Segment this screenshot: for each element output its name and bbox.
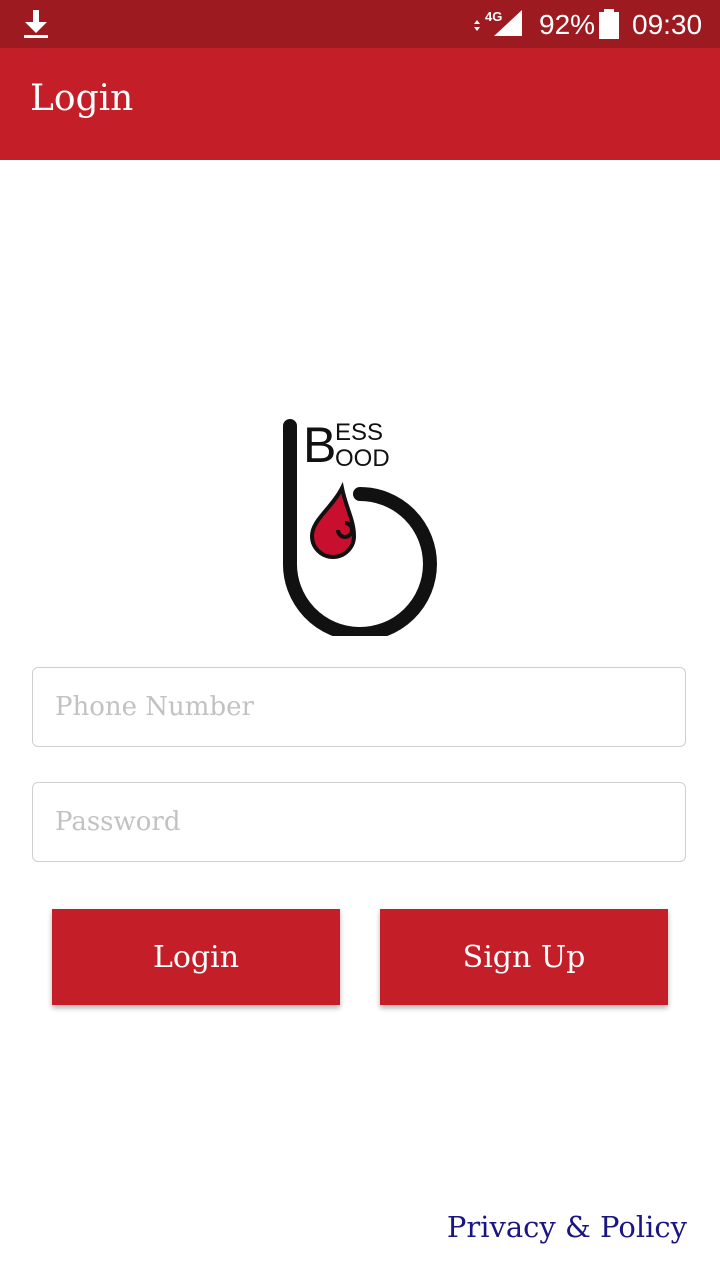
- signal-icon: 4G: [474, 9, 522, 36]
- status-bar: 4G 92% 09:30: [0, 0, 720, 48]
- clock: 09:30: [632, 9, 703, 40]
- app-logo: B ESS OOD: [272, 412, 452, 641]
- password-field[interactable]: [32, 782, 686, 862]
- page-title: Login: [30, 78, 134, 119]
- logo-text-bottom: OOD: [335, 445, 390, 472]
- login-button[interactable]: Login: [52, 909, 340, 1005]
- phone-field[interactable]: [32, 667, 686, 747]
- password-input[interactable]: [55, 783, 655, 861]
- battery-percent: 92%: [539, 9, 596, 40]
- logo-initial: B: [303, 417, 337, 473]
- app-bar: Login: [0, 48, 720, 160]
- signup-button[interactable]: Sign Up: [380, 909, 668, 1005]
- privacy-policy-link[interactable]: Privacy & Policy: [447, 1210, 687, 1244]
- logo-text-top: ESS: [335, 419, 384, 446]
- network-type: 4G: [485, 9, 502, 24]
- phone-input[interactable]: [55, 668, 655, 746]
- battery-icon: [599, 9, 619, 39]
- download-icon: [24, 10, 48, 38]
